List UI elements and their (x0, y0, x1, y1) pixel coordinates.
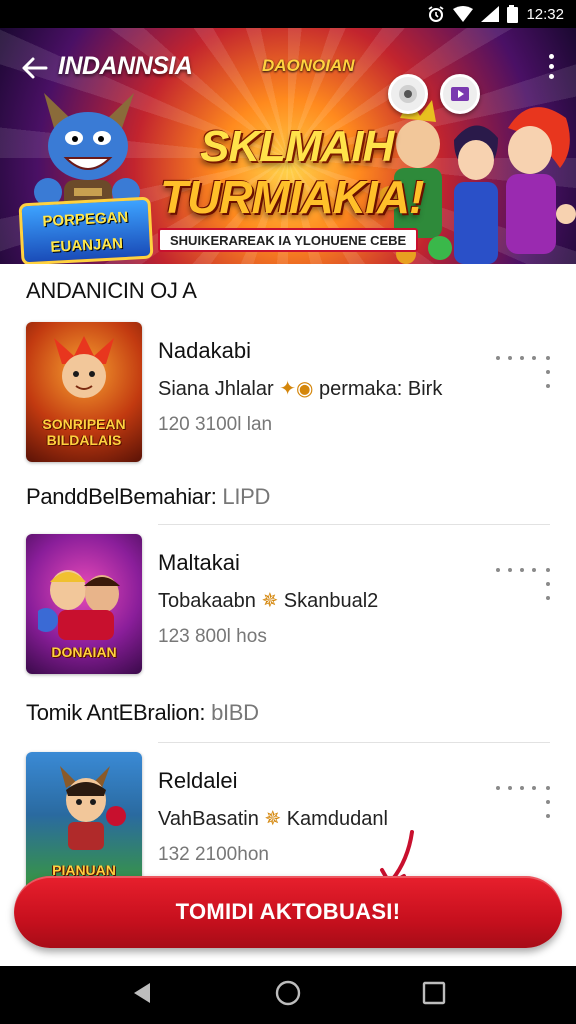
game-thumbnail[interactable]: DONAIAN (26, 534, 142, 674)
game-name: Nadakabi (158, 338, 251, 363)
row-more-icon[interactable] (496, 352, 552, 392)
toilet-paper-icon[interactable] (388, 74, 428, 114)
game-description: Sianа Jhlalar ✦◉ permaka: Birk (158, 378, 443, 400)
game-meta: 123 800l hos (158, 626, 267, 647)
game-name: Reldalei (158, 768, 238, 793)
hero-banner[interactable]: INDANNSIA DAONOIAN SKLMAIH TURMIAKIA! SH… (0, 28, 576, 264)
section-title: PanddBelBemahiar: LIPD (26, 484, 271, 509)
more-options-icon[interactable] (549, 54, 554, 79)
battery-icon (507, 5, 519, 23)
game-thumbnail[interactable]: PIANUAN (26, 752, 142, 892)
game-meta: 120 3100l lan (158, 414, 273, 435)
banner-tagline: SHUIKERAREAK IA YLOHUENE CEBE (158, 228, 419, 252)
divider (158, 742, 550, 743)
game-thumbnail[interactable]: SONRIPEAN BILDALAIS (26, 322, 142, 462)
primary-cta-button[interactable]: TOMIDI AKTOBUASI! (14, 876, 562, 948)
row-more-icon[interactable] (496, 782, 552, 822)
banner-icon-group (388, 74, 480, 114)
nav-home-icon[interactable] (275, 980, 301, 1011)
section-title: ANDANICIN OJ A (26, 278, 197, 303)
alarm-icon (427, 5, 445, 23)
section-title: Tomik AntEBralion: bIBD (26, 700, 259, 725)
banner-title-line2: TURMIAKIA! (160, 171, 424, 223)
star-icon: ✵ (264, 808, 282, 830)
game-list-item[interactable]: SONRIPEAN BILDALAIS Nadakabi Sianа Jhlal… (0, 322, 576, 468)
game-description: VahBasatin ✵ Kamdudanl (158, 808, 388, 830)
wifi-icon (453, 6, 474, 22)
star-icon: ✵ (261, 590, 279, 612)
status-bar: 12:32 (0, 0, 576, 28)
signal-icon (481, 6, 500, 22)
thumbnail-label: DONAIAN (51, 644, 117, 660)
row-more-icon[interactable] (496, 564, 552, 604)
coin-icon: ✦◉ (279, 378, 314, 400)
game-list-item[interactable]: DONAIAN Maltakai Tobakaabn ✵ Skanbual2 1… (0, 534, 576, 680)
nav-recents-icon[interactable] (422, 981, 446, 1010)
back-button[interactable] (16, 50, 52, 86)
system-nav-bar (0, 966, 576, 1024)
divider (158, 524, 550, 525)
game-name: Maltakai (158, 550, 240, 575)
back-arrow-icon (22, 57, 48, 79)
banner-title-line1: SKLMAIH (200, 122, 394, 171)
status-time: 12:32 (526, 5, 564, 23)
banner-brand: INDANNSIA (58, 52, 193, 80)
banner-game-logo: PORPEGAN EUANJAN (18, 196, 154, 264)
game-meta: 132 2100hon (158, 844, 269, 865)
thumbnail-label: SONRIPEAN BILDALAIS (42, 416, 126, 448)
banner-brand-secondary: DAONOIAN (262, 56, 355, 75)
game-description: Tobakaabn ✵ Skanbual2 (158, 590, 379, 612)
media-icon[interactable] (440, 74, 480, 114)
nav-back-icon[interactable] (130, 981, 154, 1010)
